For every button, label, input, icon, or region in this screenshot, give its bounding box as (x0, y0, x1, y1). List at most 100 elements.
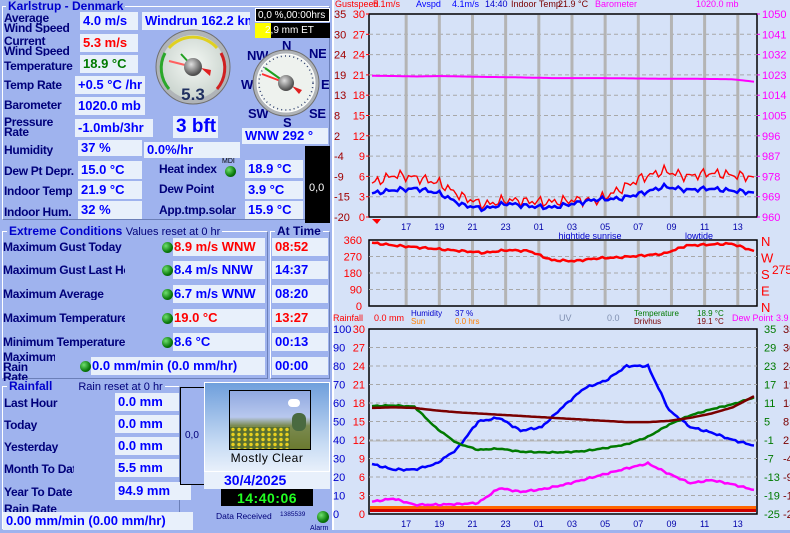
heat-index-label: Heat index (159, 163, 217, 175)
rainfall-label: Month To Date (4, 463, 74, 475)
extreme-value: 6.7 m/s WNW (173, 285, 265, 303)
dew-point-value: 3.9 °C (245, 181, 303, 199)
y-tick-outer: 80 (333, 361, 345, 373)
avg-wind-label: Average Wind Speed (4, 13, 70, 33)
app-temp-label: App.tmp.solar (159, 204, 236, 216)
alarm-label: Alarm (310, 525, 329, 532)
extreme-label: Maximum Temperature (3, 312, 125, 324)
time-marker (372, 219, 381, 224)
temperature-value: 18.9 °C (80, 55, 138, 73)
tree-icon (292, 413, 306, 431)
wind-barometer-chart: 353024191382-4-9-15-20302724211815129630… (334, 9, 786, 240)
direction-current-value: 275 (772, 263, 790, 277)
extreme-value: 19.0 °C (173, 309, 265, 327)
y-tick-left: 24 (353, 50, 365, 62)
rain-side-box: 0,0 (180, 387, 206, 485)
temp-rate-label: Temp Rate (4, 79, 62, 91)
x-tick: 23 (501, 519, 511, 529)
et-display: 2,9 mm ET (255, 23, 330, 38)
data-received-count: 1385539 (280, 511, 306, 518)
extreme-led (162, 242, 173, 253)
at-time-title: At Time (275, 224, 323, 238)
station-title: Karlstrup - Denmark (6, 0, 126, 13)
y-tick-outer: 0 (333, 509, 339, 521)
app-temp-value: 15.9 °C (245, 201, 303, 219)
indoor-temp-label: Indoor Temp (4, 185, 73, 197)
y-tick-right-outer: 2 (783, 435, 789, 447)
extreme-value: 8.9 m/s WNW (173, 238, 265, 256)
y-tick-left: 90 (350, 285, 362, 297)
extreme-led (162, 289, 173, 300)
y-tick-outer: -4 (334, 151, 344, 163)
y-tick-left: 21 (353, 70, 365, 82)
y-tick-right: 1023 (762, 70, 786, 82)
sun-hours-value: 0,0 %,00:00hrs (258, 10, 326, 21)
extreme-time: 08:20 (272, 285, 328, 303)
data-received-label: Data Received (216, 511, 272, 521)
x-tick: 07 (633, 519, 643, 529)
y-tick-outer: 24 (334, 50, 346, 62)
y-tick-left: 180 (344, 268, 362, 280)
forecast-panel[interactable]: Mostly Clear (204, 382, 330, 472)
wind-direction-value: WNW 292 ° (242, 128, 328, 144)
y-tick-right: 5 (764, 417, 770, 429)
x-tick: 05 (600, 519, 610, 529)
clock-value: 14:40:06 (236, 490, 298, 506)
y-tick-right: -19 (764, 491, 780, 503)
y-tick-right: 996 (762, 131, 780, 143)
clock-display: 14:40:06 (221, 489, 313, 506)
alarm-led[interactable] (317, 511, 329, 523)
y-tick-outer: 50 (333, 417, 345, 429)
y-tick-left: 6 (359, 171, 365, 183)
mdi-label: MDI (222, 158, 235, 165)
y-tick-outer: 10 (333, 491, 345, 503)
forecast-text: Mostly Clear (230, 451, 304, 465)
extreme-time: 08:52 (272, 238, 328, 256)
et-value: 2,9 mm ET (265, 25, 314, 36)
y-tick-left: 12 (353, 131, 365, 143)
y-tick-left: 15 (353, 111, 365, 123)
x-tick: 09 (666, 519, 676, 529)
rainfall-value: 0.0 mm (115, 393, 179, 411)
x-tick: 19 (434, 519, 444, 529)
wind-direction-compass (252, 49, 320, 117)
y-tick-outer: 40 (333, 435, 345, 447)
y-tick-left: 18 (353, 398, 365, 410)
extreme-led (80, 361, 91, 372)
rainfall-label: Yesterday (4, 441, 59, 453)
y-tick-left: 6 (359, 472, 365, 484)
avg-wind-value: 4.0 m/s (80, 12, 138, 30)
dewpt-depr-value: 15.0 °C (78, 161, 142, 179)
rainfall-title: Rainfall Rain reset at 0 hr (7, 380, 165, 393)
y-tick-right: 11 (764, 398, 775, 410)
rainfall-value: 0.0 mm (115, 415, 179, 433)
y-tick-right: E (761, 284, 770, 299)
y-tick-outer: 90 (333, 343, 345, 355)
y-tick-right: -7 (764, 454, 774, 466)
extremes-title-text: Extreme Conditions (9, 224, 123, 238)
pressure-rate-label: Pressure Rate (4, 117, 53, 137)
x-tick: 11 (700, 519, 709, 529)
extreme-label: Maximum Average (3, 288, 104, 300)
y-tick-outer: 8 (334, 111, 340, 123)
y-tick-right: 29 (764, 343, 776, 355)
x-tick: 01 (534, 519, 544, 529)
y-tick-left: 3 (359, 491, 365, 503)
extreme-label: Maximum Rain Rate (3, 352, 55, 382)
dewpt-depr-label: Dew Pt Depr. (4, 165, 74, 177)
y-tick-right: -25 (764, 509, 780, 521)
extreme-led (162, 313, 173, 324)
y-tick-outer: 30 (333, 454, 345, 466)
y-tick-left: 18 (353, 90, 365, 102)
gauge-value: 5.3 (181, 85, 205, 104)
y-tick-left: 30 (353, 324, 365, 336)
y-tick-right: -13 (764, 472, 780, 484)
y-tick-left: 30 (353, 9, 365, 21)
sun-bar (370, 509, 756, 512)
y-tick-right-outer: 19 (783, 380, 790, 392)
y-tick-right: 987 (762, 151, 780, 163)
barometer-label: Barometer (4, 99, 62, 111)
rainfall-value: 5.5 mm (115, 459, 179, 477)
extreme-value: 0.0 mm/min (0.0 mm/hr) (91, 357, 265, 375)
y-tick-right-outer: 35 (783, 324, 790, 336)
